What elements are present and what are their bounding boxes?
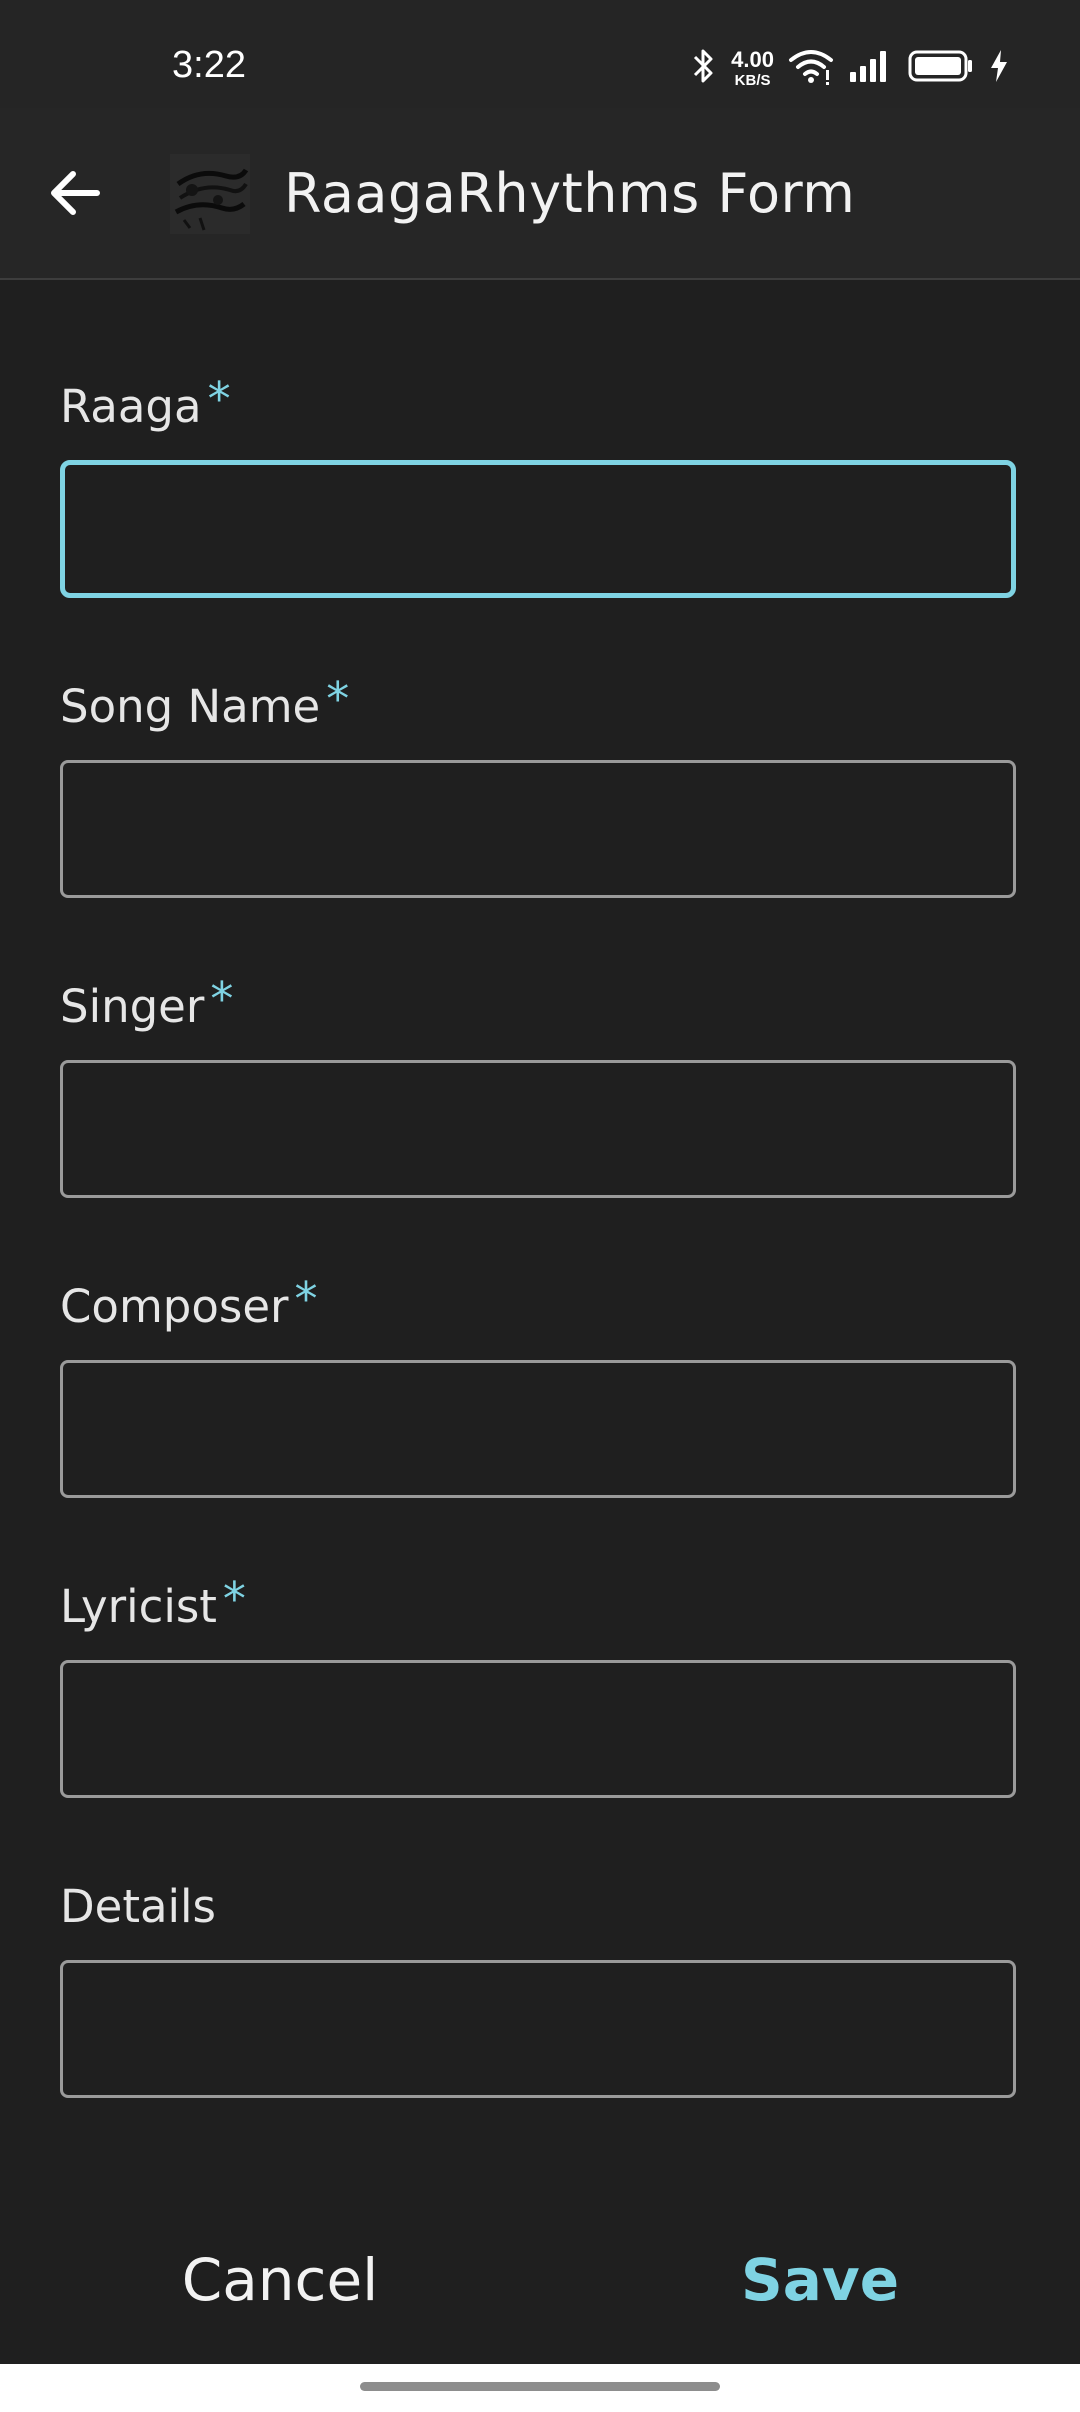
lyricist-label-text: Lyricist (60, 1580, 217, 1633)
net-speed-unit: KB/S (734, 71, 771, 89)
app-bar: RaagaRhythms Form (0, 108, 1080, 280)
battery-icon (908, 46, 974, 90)
wifi-icon (788, 46, 834, 90)
details-input[interactable] (60, 1960, 1016, 2098)
details-label: Details (60, 1880, 1020, 1940)
raaga-label: Raaga * (60, 372, 1020, 440)
cancel-button[interactable]: Cancel (160, 2240, 400, 2320)
raaga-input[interactable] (60, 460, 1016, 598)
status-icons: 4.00 KB/S (691, 44, 1010, 92)
status-time: 3:22 (172, 44, 246, 86)
home-indicator[interactable] (360, 2382, 720, 2391)
required-marker: * (294, 1272, 318, 1326)
net-speed: 4.00 KB/S (731, 46, 774, 89)
composer-label-text: Composer (60, 1280, 289, 1333)
app-logo-icon (170, 154, 250, 234)
lyricist-input[interactable] (60, 1660, 1016, 1798)
song-name-label-text: Song Name (60, 680, 321, 733)
signal-icon (848, 46, 894, 90)
singer-label-text: Singer (60, 980, 205, 1033)
raaga-field: Raaga * (60, 372, 1020, 598)
lyricist-label: Lyricist * (60, 1572, 1020, 1640)
song-name-field: Song Name * (60, 672, 1020, 898)
action-bar: Cancel Save (0, 2180, 1080, 2364)
arrow-left-icon (51, 171, 100, 215)
singer-label: Singer * (60, 972, 1020, 1040)
required-marker: * (326, 672, 350, 726)
bluetooth-icon (691, 46, 717, 90)
singer-input[interactable] (60, 1060, 1016, 1198)
singer-field: Singer * (60, 972, 1020, 1198)
lyricist-field: Lyricist * (60, 1572, 1020, 1798)
net-speed-value: 4.00 (731, 46, 774, 72)
composer-input[interactable] (60, 1360, 1016, 1498)
gesture-nav-area (0, 2364, 1080, 2412)
save-button[interactable]: Save (720, 2240, 920, 2320)
details-field: Details (60, 1880, 1020, 2098)
charging-icon (988, 46, 1010, 90)
back-button[interactable] (40, 158, 110, 228)
composer-field: Composer * (60, 1272, 1020, 1498)
composer-label: Composer * (60, 1272, 1020, 1340)
raaga-label-text: Raaga (60, 380, 202, 433)
details-label-text: Details (60, 1880, 217, 1933)
status-bar: 3:22 4.00 KB/S (0, 0, 1080, 108)
page-title: RaagaRhythms Form (284, 162, 856, 225)
required-marker: * (207, 372, 231, 426)
song-name-input[interactable] (60, 760, 1016, 898)
song-name-label: Song Name * (60, 672, 1020, 740)
required-marker: * (222, 1572, 246, 1626)
required-marker: * (210, 972, 234, 1026)
